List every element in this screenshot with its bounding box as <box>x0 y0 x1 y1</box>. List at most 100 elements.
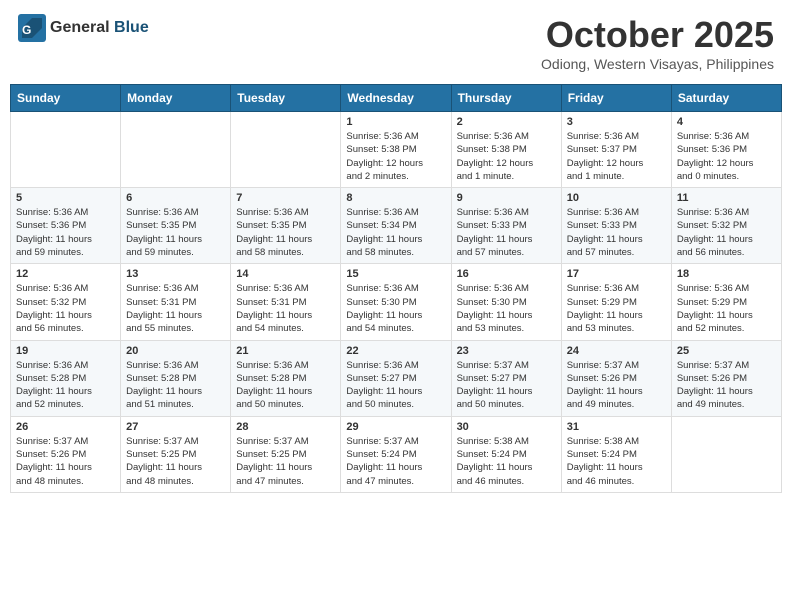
calendar-week-2: 5 Sunrise: 5:36 AM Sunset: 5:36 PM Daylig… <box>11 188 782 264</box>
day-cell-25: 25 Sunrise: 5:37 AM Sunset: 5:26 PM Dayli… <box>671 340 781 416</box>
empty-cell <box>11 112 121 188</box>
calendar-table: SundayMondayTuesdayWednesdayThursdayFrid… <box>10 84 782 493</box>
empty-cell <box>671 416 781 492</box>
day-info: Sunrise: 5:36 AM Sunset: 5:30 PM Dayligh… <box>346 282 445 335</box>
day-info: Sunrise: 5:36 AM Sunset: 5:29 PM Dayligh… <box>677 282 776 335</box>
day-info: Sunrise: 5:36 AM Sunset: 5:36 PM Dayligh… <box>677 130 776 183</box>
svg-text:G: G <box>22 23 31 37</box>
day-number: 11 <box>677 192 776 204</box>
day-info: Sunrise: 5:37 AM Sunset: 5:26 PM Dayligh… <box>567 359 666 412</box>
day-number: 4 <box>677 116 776 128</box>
day-cell-29: 29Sunrise: 5:37 AM Sunset: 5:24 PM Dayli… <box>341 416 451 492</box>
logo-blue-text: Blue <box>114 19 149 36</box>
day-cell-10: 10 Sunrise: 5:36 AM Sunset: 5:33 PM Dayli… <box>561 188 671 264</box>
weekday-header-thursday: Thursday <box>451 85 561 112</box>
day-number: 24 <box>567 345 666 357</box>
calendar-week-1: 1 Sunrise: 5:36 AM Sunset: 5:38 PM Daylig… <box>11 112 782 188</box>
day-info: Sunrise: 5:37 AM Sunset: 5:26 PM Dayligh… <box>16 435 115 488</box>
day-cell-30: 30Sunrise: 5:38 AM Sunset: 5:24 PM Dayli… <box>451 416 561 492</box>
day-cell-12: 12 Sunrise: 5:36 AM Sunset: 5:32 PM Dayli… <box>11 264 121 340</box>
day-info: Sunrise: 5:36 AM Sunset: 5:30 PM Dayligh… <box>457 282 556 335</box>
day-number: 26 <box>16 421 115 433</box>
day-info: Sunrise: 5:36 AM Sunset: 5:28 PM Dayligh… <box>236 359 335 412</box>
title-section: October 2025 Odiong, Western Visayas, Ph… <box>541 14 774 72</box>
empty-cell <box>231 112 341 188</box>
day-number: 18 <box>677 268 776 280</box>
day-info: Sunrise: 5:38 AM Sunset: 5:24 PM Dayligh… <box>457 435 556 488</box>
day-cell-7: 7Sunrise: 5:36 AM Sunset: 5:35 PM Daylig… <box>231 188 341 264</box>
day-number: 10 <box>567 192 666 204</box>
day-info: Sunrise: 5:36 AM Sunset: 5:38 PM Dayligh… <box>346 130 445 183</box>
day-cell-24: 24 Sunrise: 5:37 AM Sunset: 5:26 PM Dayli… <box>561 340 671 416</box>
day-cell-23: 23Sunrise: 5:37 AM Sunset: 5:27 PM Dayli… <box>451 340 561 416</box>
day-number: 28 <box>236 421 335 433</box>
weekday-header-wednesday: Wednesday <box>341 85 451 112</box>
weekday-header-row: SundayMondayTuesdayWednesdayThursdayFrid… <box>11 85 782 112</box>
day-cell-1: 1 Sunrise: 5:36 AM Sunset: 5:38 PM Daylig… <box>341 112 451 188</box>
day-cell-28: 28Sunrise: 5:37 AM Sunset: 5:25 PM Dayli… <box>231 416 341 492</box>
day-info: Sunrise: 5:36 AM Sunset: 5:27 PM Dayligh… <box>346 359 445 412</box>
day-cell-6: 6 Sunrise: 5:36 AM Sunset: 5:35 PM Daylig… <box>121 188 231 264</box>
logo-general-text: General <box>50 19 110 36</box>
day-info: Sunrise: 5:36 AM Sunset: 5:33 PM Dayligh… <box>567 206 666 259</box>
day-info: Sunrise: 5:37 AM Sunset: 5:24 PM Dayligh… <box>346 435 445 488</box>
day-cell-18: 18 Sunrise: 5:36 AM Sunset: 5:29 PM Dayli… <box>671 264 781 340</box>
calendar-week-5: 26 Sunrise: 5:37 AM Sunset: 5:26 PM Dayli… <box>11 416 782 492</box>
day-number: 15 <box>346 268 445 280</box>
day-info: Sunrise: 5:36 AM Sunset: 5:32 PM Dayligh… <box>677 206 776 259</box>
day-cell-3: 3 Sunrise: 5:36 AM Sunset: 5:37 PM Daylig… <box>561 112 671 188</box>
day-number: 3 <box>567 116 666 128</box>
day-info: Sunrise: 5:37 AM Sunset: 5:26 PM Dayligh… <box>677 359 776 412</box>
day-cell-19: 19 Sunrise: 5:36 AM Sunset: 5:28 PM Dayli… <box>11 340 121 416</box>
day-info: Sunrise: 5:36 AM Sunset: 5:33 PM Dayligh… <box>457 206 556 259</box>
day-info: Sunrise: 5:37 AM Sunset: 5:25 PM Dayligh… <box>126 435 225 488</box>
day-cell-9: 9Sunrise: 5:36 AM Sunset: 5:33 PM Daylig… <box>451 188 561 264</box>
day-cell-11: 11 Sunrise: 5:36 AM Sunset: 5:32 PM Dayli… <box>671 188 781 264</box>
day-info: Sunrise: 5:36 AM Sunset: 5:37 PM Dayligh… <box>567 130 666 183</box>
day-cell-14: 14Sunrise: 5:36 AM Sunset: 5:31 PM Dayli… <box>231 264 341 340</box>
day-number: 2 <box>457 116 556 128</box>
day-number: 12 <box>16 268 115 280</box>
day-cell-21: 21Sunrise: 5:36 AM Sunset: 5:28 PM Dayli… <box>231 340 341 416</box>
day-number: 5 <box>16 192 115 204</box>
weekday-header-saturday: Saturday <box>671 85 781 112</box>
location: Odiong, Western Visayas, Philippines <box>541 56 774 72</box>
day-number: 31 <box>567 421 666 433</box>
weekday-header-friday: Friday <box>561 85 671 112</box>
day-cell-8: 8 Sunrise: 5:36 AM Sunset: 5:34 PM Daylig… <box>341 188 451 264</box>
day-info: Sunrise: 5:38 AM Sunset: 5:24 PM Dayligh… <box>567 435 666 488</box>
day-cell-31: 31 Sunrise: 5:38 AM Sunset: 5:24 PM Dayli… <box>561 416 671 492</box>
day-number: 14 <box>236 268 335 280</box>
day-info: Sunrise: 5:36 AM Sunset: 5:31 PM Dayligh… <box>126 282 225 335</box>
logo: G General Blue <box>18 14 149 42</box>
day-info: Sunrise: 5:36 AM Sunset: 5:32 PM Dayligh… <box>16 282 115 335</box>
day-info: Sunrise: 5:36 AM Sunset: 5:28 PM Dayligh… <box>126 359 225 412</box>
day-info: Sunrise: 5:36 AM Sunset: 5:34 PM Dayligh… <box>346 206 445 259</box>
day-number: 16 <box>457 268 556 280</box>
month-title: October 2025 <box>541 14 774 56</box>
day-number: 7 <box>236 192 335 204</box>
logo-icon: G <box>18 14 46 42</box>
day-cell-20: 20Sunrise: 5:36 AM Sunset: 5:28 PM Dayli… <box>121 340 231 416</box>
day-cell-17: 17 Sunrise: 5:36 AM Sunset: 5:29 PM Dayli… <box>561 264 671 340</box>
day-info: Sunrise: 5:36 AM Sunset: 5:29 PM Dayligh… <box>567 282 666 335</box>
day-number: 19 <box>16 345 115 357</box>
day-cell-13: 13Sunrise: 5:36 AM Sunset: 5:31 PM Dayli… <box>121 264 231 340</box>
weekday-header-sunday: Sunday <box>11 85 121 112</box>
header: G General Blue October 2025 Odiong, West… <box>10 10 782 76</box>
day-number: 25 <box>677 345 776 357</box>
day-number: 17 <box>567 268 666 280</box>
day-cell-16: 16 Sunrise: 5:36 AM Sunset: 5:30 PM Dayli… <box>451 264 561 340</box>
calendar-week-4: 19 Sunrise: 5:36 AM Sunset: 5:28 PM Dayli… <box>11 340 782 416</box>
day-info: Sunrise: 5:36 AM Sunset: 5:35 PM Dayligh… <box>126 206 225 259</box>
empty-cell <box>121 112 231 188</box>
day-cell-15: 15 Sunrise: 5:36 AM Sunset: 5:30 PM Dayli… <box>341 264 451 340</box>
day-number: 1 <box>346 116 445 128</box>
day-number: 6 <box>126 192 225 204</box>
day-info: Sunrise: 5:36 AM Sunset: 5:28 PM Dayligh… <box>16 359 115 412</box>
day-cell-26: 26 Sunrise: 5:37 AM Sunset: 5:26 PM Dayli… <box>11 416 121 492</box>
day-info: Sunrise: 5:36 AM Sunset: 5:36 PM Dayligh… <box>16 206 115 259</box>
day-number: 8 <box>346 192 445 204</box>
day-cell-2: 2Sunrise: 5:36 AM Sunset: 5:38 PM Daylig… <box>451 112 561 188</box>
day-cell-4: 4 Sunrise: 5:36 AM Sunset: 5:36 PM Daylig… <box>671 112 781 188</box>
